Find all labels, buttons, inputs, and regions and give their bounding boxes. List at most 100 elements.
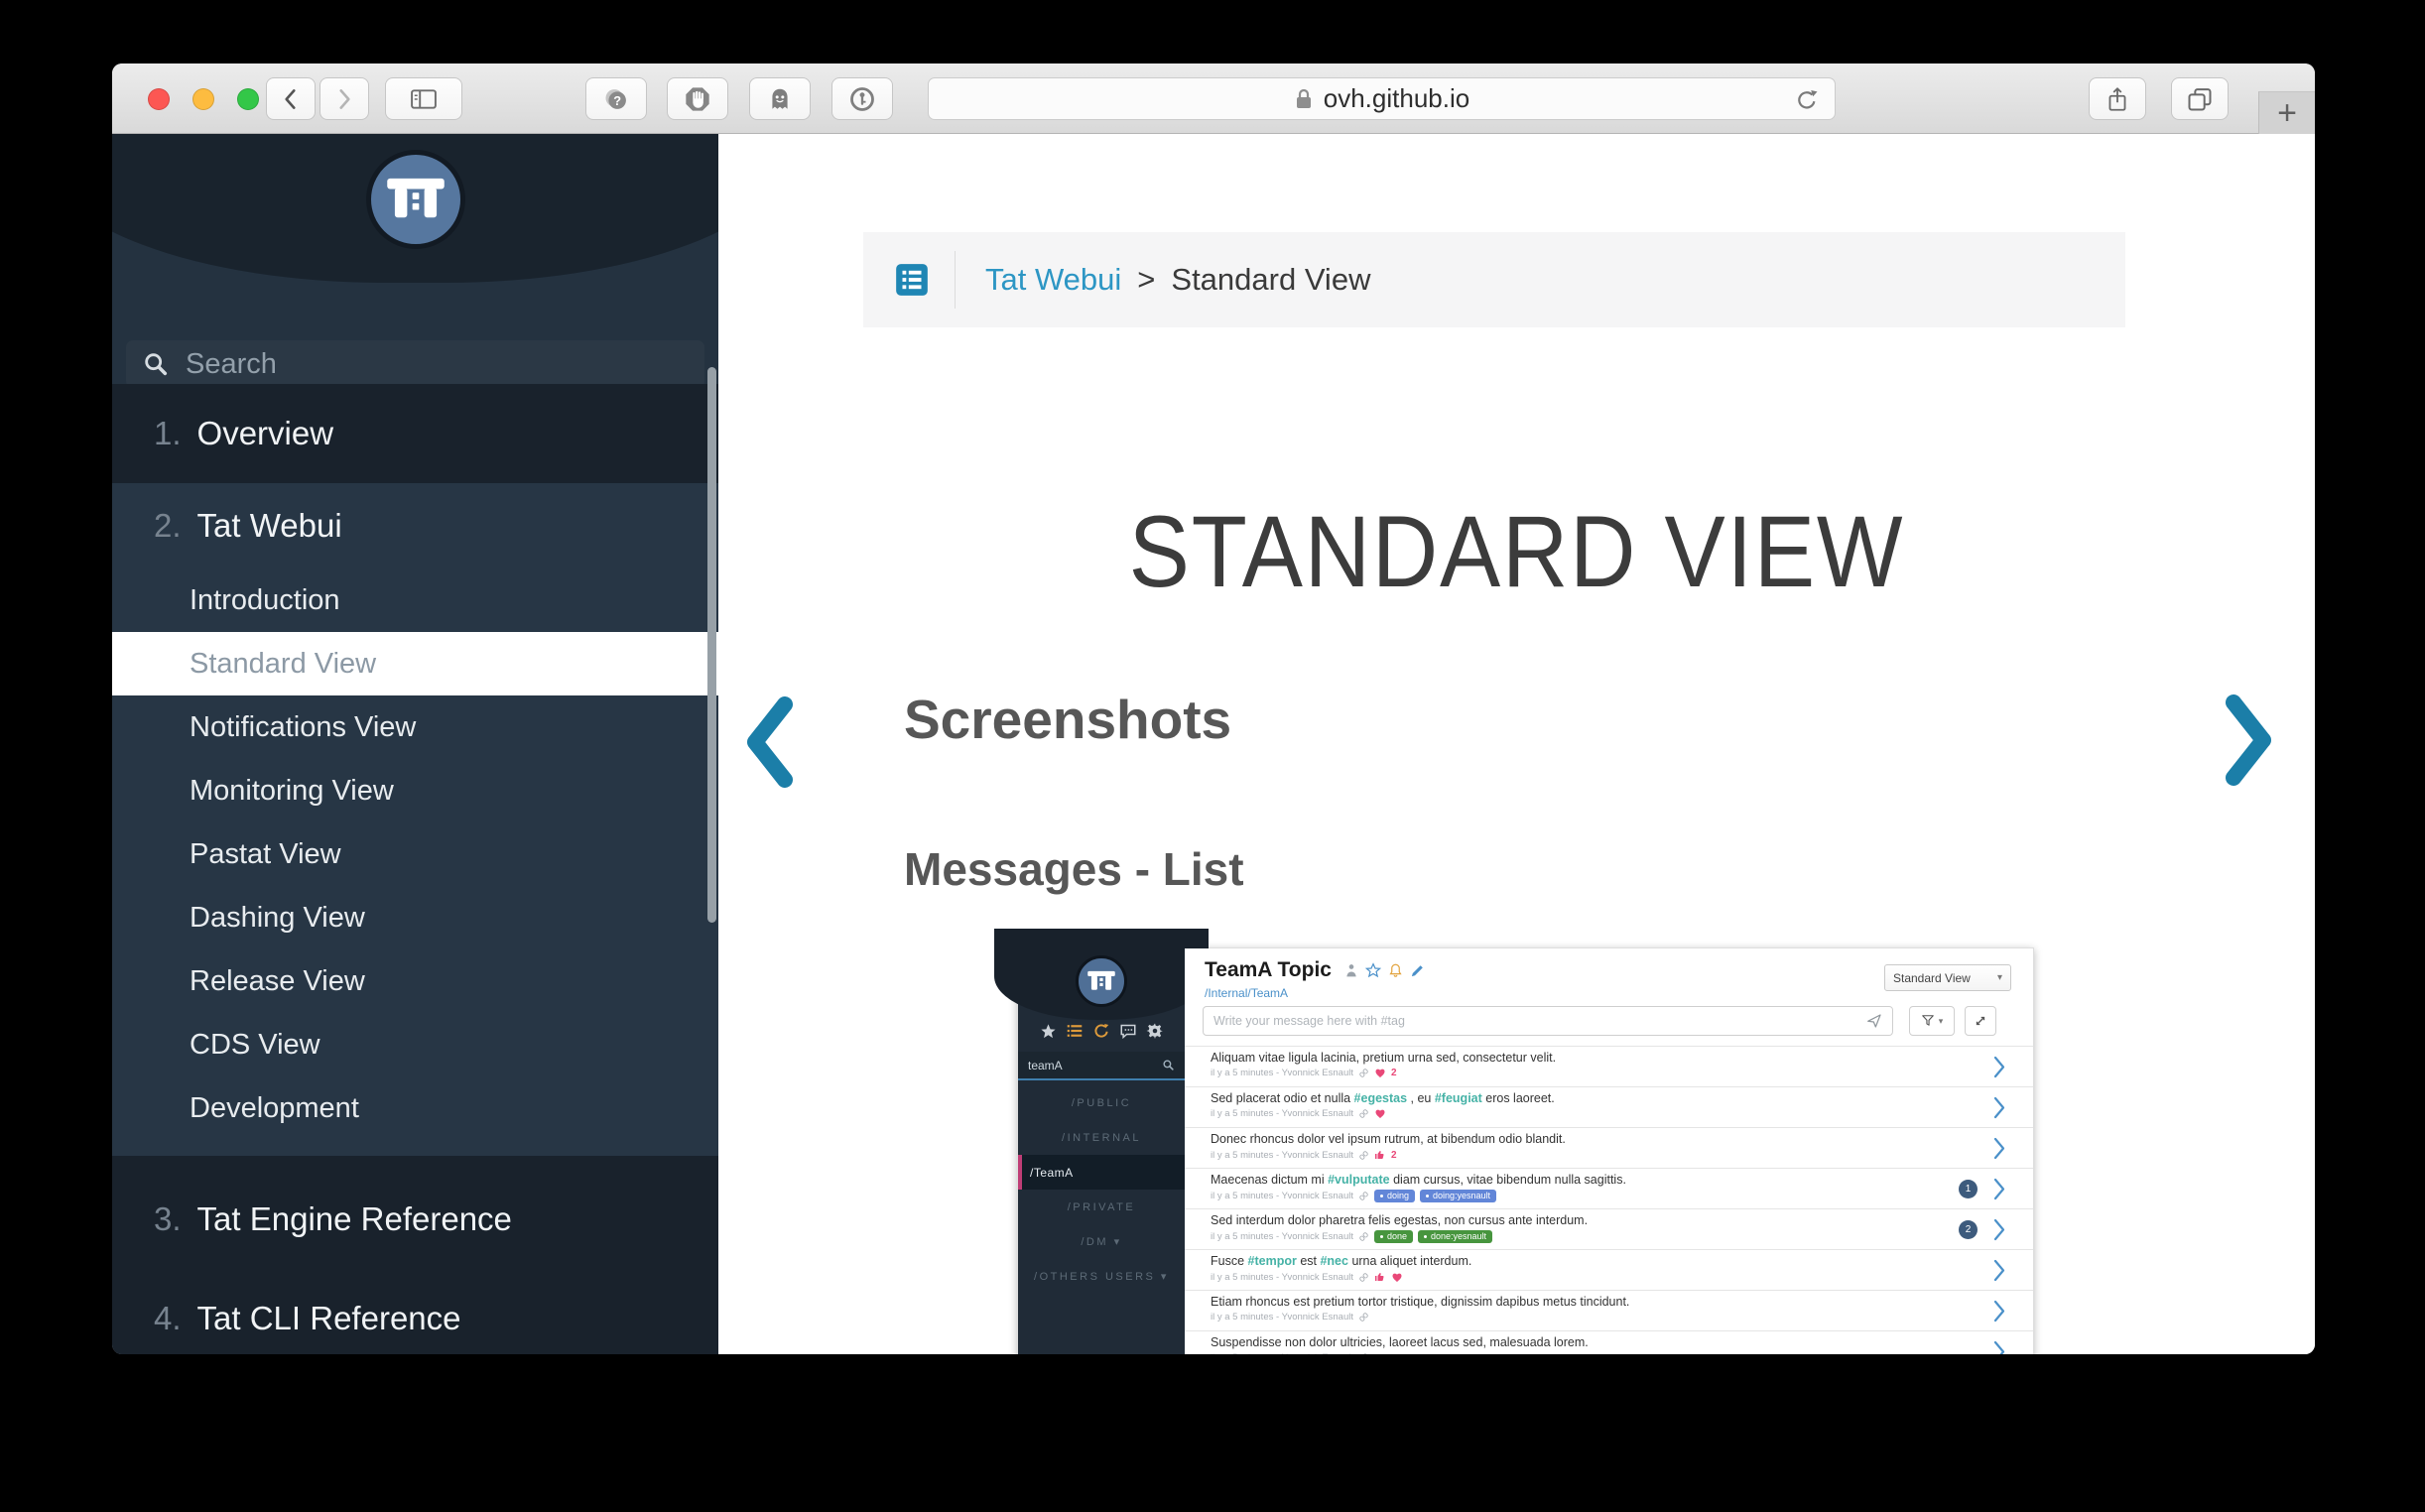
view-selector-dropdown[interactable]: Standard View ▾ <box>1884 964 2011 991</box>
next-page-arrow[interactable] <box>2220 694 2277 786</box>
sidebar-item-tat-engine-reference[interactable]: 3. Tat Engine Reference <box>112 1170 718 1269</box>
gear-icon[interactable] <box>1146 1022 1164 1040</box>
hashtag[interactable]: #vulputate <box>1328 1173 1390 1187</box>
breadcrumb-divider <box>955 251 956 309</box>
message-row[interactable]: Maecenas dictum mi #vulputate diam cursu… <box>1185 1168 2033 1208</box>
url-text: ovh.github.io <box>1324 83 1469 114</box>
bell-icon[interactable] <box>1388 962 1403 979</box>
address-bar[interactable]: ovh.github.io <box>928 77 1836 120</box>
message-timestamp-author: il y a 5 minutes - Yvonnick Esnault <box>1211 1068 1353 1078</box>
channel-item[interactable]: /PRIVATE <box>1018 1190 1185 1224</box>
message-timestamp-author: il y a 5 minutes - Yvonnick Esnault <box>1211 1231 1353 1242</box>
hashtag[interactable]: #egestas <box>1354 1091 1408 1105</box>
hashtag[interactable]: #feugiat <box>1435 1091 1482 1105</box>
tab-overview-button[interactable] <box>2171 77 2229 120</box>
send-icon[interactable] <box>1866 1013 1882 1029</box>
refresh-button[interactable] <box>1793 86 1821 119</box>
extension-password-button[interactable] <box>831 77 893 120</box>
channel-item[interactable]: /PUBLIC <box>1018 1085 1185 1120</box>
sidebar-subitem-monitoring-view[interactable]: Monitoring View <box>112 759 718 822</box>
expand-button[interactable] <box>1965 1006 1996 1036</box>
sidebar-subitem-cds-view[interactable]: CDS View <box>112 1013 718 1076</box>
back-button[interactable] <box>266 77 316 120</box>
channel-item[interactable]: /OTHERS USERS ▾ <box>1018 1259 1185 1294</box>
share-button[interactable] <box>2089 77 2146 120</box>
sidebar-subitem-standard-view[interactable]: Standard View <box>112 632 718 695</box>
sidebar-subitem-release-view[interactable]: Release View <box>112 949 718 1013</box>
open-message-chevron[interactable] <box>1993 1300 2005 1327</box>
chevron-right-icon <box>1993 1340 2005 1354</box>
label-pill[interactable]: done <box>1374 1230 1413 1243</box>
doc-content: Tat Webui > Standard View STANDARD VIEW … <box>718 134 2315 1354</box>
message-row[interactable]: Etiam rhoncus est pretium tortor tristiq… <box>1185 1290 2033 1330</box>
open-message-chevron[interactable] <box>1993 1096 2005 1124</box>
composer-placeholder: Write your message here with #tag <box>1213 1014 1866 1028</box>
channel-item[interactable]: /TeamA <box>1018 1155 1185 1190</box>
reply-count-badge[interactable]: 1 <box>1959 1180 1978 1198</box>
sidebar-item-tat-cli-reference[interactable]: 4. Tat CLI Reference <box>112 1269 718 1354</box>
view-selector-value: Standard View <box>1893 971 1971 985</box>
breadcrumb-parent-link[interactable]: Tat Webui <box>985 262 1121 298</box>
extension-blocker-button[interactable] <box>667 77 728 120</box>
label-pill[interactable]: doing:yesnault <box>1420 1190 1496 1202</box>
forward-button[interactable] <box>319 77 369 120</box>
new-tab-button[interactable]: + <box>2258 91 2315 134</box>
sidebar-subitem-dashing-view[interactable]: Dashing View <box>112 886 718 949</box>
label-pill[interactable]: doing <box>1374 1190 1415 1202</box>
sidebar-scrollbar[interactable] <box>707 367 716 923</box>
sidebar-toggle-button[interactable] <box>385 77 462 120</box>
chevron-right-icon <box>1993 1096 2005 1119</box>
star-icon[interactable] <box>1040 1023 1057 1040</box>
app-channel-search[interactable]: teamA <box>1018 1052 1185 1080</box>
chevron-right-icon <box>331 86 357 112</box>
open-message-chevron[interactable] <box>1993 1340 2005 1354</box>
hashtag[interactable]: #tempor <box>1248 1254 1297 1268</box>
topic-path-link[interactable]: /Internal/TeamA <box>1205 986 1288 1000</box>
extension-help-button[interactable]: ? <box>585 77 647 120</box>
sidebar-subitem-pastat-view[interactable]: Pastat View <box>112 822 718 886</box>
message-row[interactable]: Aliquam vitae ligula lacinia, pretium ur… <box>1185 1046 2033 1086</box>
sidebar-item-tat-webui[interactable]: 2. Tat Webui <box>112 483 718 568</box>
prev-page-arrow[interactable] <box>741 696 799 788</box>
open-message-chevron[interactable] <box>1993 1178 2005 1205</box>
reply-count-badge[interactable]: 2 <box>1959 1220 1978 1239</box>
message-composer[interactable]: Write your message here with #tag <box>1203 1006 1893 1036</box>
open-message-chevron[interactable] <box>1993 1137 2005 1165</box>
filter-button[interactable]: ▾ <box>1909 1006 1955 1036</box>
channel-item[interactable]: /DM ▾ <box>1018 1224 1185 1259</box>
zoom-window-button[interactable] <box>237 88 259 110</box>
open-message-chevron[interactable] <box>1993 1218 2005 1246</box>
link-icon <box>1358 1352 1369 1354</box>
hashtag[interactable]: #nec <box>1320 1254 1348 1268</box>
pencil-icon[interactable] <box>1410 963 1425 978</box>
channel-item[interactable]: /INTERNAL <box>1018 1120 1185 1155</box>
open-message-chevron[interactable] <box>1993 1259 2005 1287</box>
extension-ghostery-button[interactable] <box>749 77 811 120</box>
sidebar-subitem-development[interactable]: Development <box>112 1076 718 1140</box>
sidebar-search[interactable] <box>126 340 704 388</box>
sidebar-subitem-notifications-view[interactable]: Notifications View <box>112 695 718 759</box>
search-input[interactable] <box>184 347 640 382</box>
text-part: Suspendisse non dolor ultricies, laoreet… <box>1211 1335 1589 1349</box>
minimize-window-button[interactable] <box>192 88 214 110</box>
message-row[interactable]: Sed interdum dolor pharetra felis egesta… <box>1185 1208 2033 1249</box>
user-icon[interactable] <box>1344 962 1358 978</box>
message-row[interactable]: Fusce #tempor est #nec urna aliquet inte… <box>1185 1249 2033 1290</box>
text-part: Maecenas dictum mi <box>1211 1173 1328 1187</box>
message-row[interactable]: Donec rhoncus dolor vel ipsum rutrum, at… <box>1185 1127 2033 1168</box>
chevron-left-icon <box>278 86 304 112</box>
message-row[interactable]: Suspendisse non dolor ultricies, laoreet… <box>1185 1330 2033 1354</box>
label-pill[interactable]: done:yesnault <box>1418 1230 1492 1243</box>
list-icon[interactable] <box>1066 1023 1084 1039</box>
chat-bubble-icon[interactable] <box>1119 1023 1137 1040</box>
history-icon[interactable] <box>1092 1022 1110 1040</box>
star-outline-icon[interactable] <box>1365 962 1381 978</box>
sidebar-item-overview[interactable]: 1. Overview <box>112 384 718 483</box>
tat-logo[interactable] <box>366 150 465 249</box>
message-timestamp-author: il y a 5 minutes - Yvonnick Esnault <box>1211 1191 1353 1201</box>
close-window-button[interactable] <box>148 88 170 110</box>
funnel-icon <box>1921 1014 1935 1028</box>
open-message-chevron[interactable] <box>1993 1056 2005 1083</box>
sidebar-subitem-introduction[interactable]: Introduction <box>112 568 718 632</box>
message-row[interactable]: Sed placerat odio et nulla #egestas , eu… <box>1185 1086 2033 1127</box>
